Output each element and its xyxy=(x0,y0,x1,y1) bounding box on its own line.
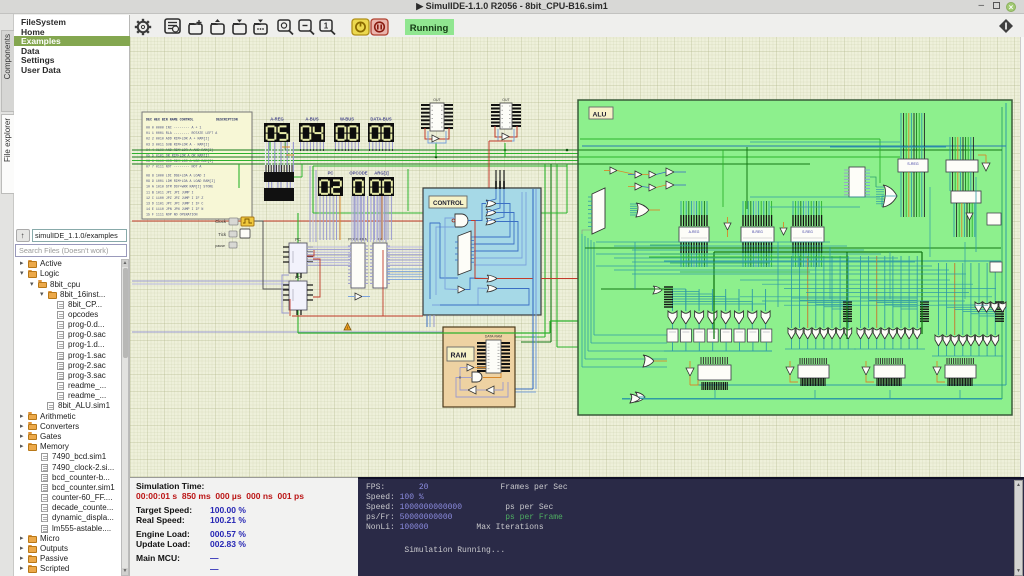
svg-text:13 D 1101 JPC JPC JUMP I I: 13 D 1101 JPC JPC JUMP I IF C xyxy=(146,202,203,206)
svg-text:Clock: Clock xyxy=(215,219,227,224)
svg-text:OUT: OUT xyxy=(433,98,441,102)
svg-text:DESCRIPTION: DESCRIPTION xyxy=(216,118,238,122)
svg-text:ARG[1]: ARG[1] xyxy=(374,171,389,176)
svg-text:S-REG: S-REG xyxy=(802,230,813,234)
svg-text:PC: PC xyxy=(295,275,301,280)
svg-text:A-REG: A-REG xyxy=(689,230,700,234)
svg-text:09 9 1001 LDM RIM+LDA A LOAD R: 09 9 1001 LDM RIM+LDA A LOAD RAM[I] xyxy=(146,179,215,183)
svg-text:RAM: RAM xyxy=(451,353,467,360)
svg-text:pause: pause xyxy=(215,244,225,248)
svg-text:OPCODE: OPCODE xyxy=(349,171,367,176)
svg-text:14 E 1110 JPN JPN JUMP I I: 14 E 1110 JPN JPN JUMP I IF N xyxy=(146,207,203,211)
svg-text:15 F 1111 NOP NO OPERA: 15 F 1111 NOP NO OPERATION xyxy=(146,213,197,217)
svg-text:CONTROL: CONTROL xyxy=(433,200,464,207)
svg-text:ALU: ALU xyxy=(593,112,607,119)
svg-text:PC: PC xyxy=(328,171,334,176)
svg-text:OUT: OUT xyxy=(502,98,510,102)
svg-text:11 B 1011 JPI JPI JUMP I: 11 B 1011 JPI JPI JUMP I xyxy=(146,190,194,194)
svg-text:10 A 1010 STM DSY+WRR RAM[I] S: 10 A 1010 STM DSY+WRR RAM[I] STORE xyxy=(146,185,213,189)
svg-text:Running: Running xyxy=(410,23,449,34)
svg-text:A-BUS: A-BUS xyxy=(305,117,318,122)
svg-text:DEC HEX BIN NAME CONTROL: DEC HEX BIN NAME CONTROL xyxy=(146,118,194,122)
svg-text:DATA-BUS: DATA-BUS xyxy=(370,117,391,122)
svg-text:1: 1 xyxy=(324,22,329,31)
svg-text:!: ! xyxy=(347,325,348,330)
svg-text:01 1 0001 RLA -------- ROTATE: 01 1 0001 RLA -------- ROTATE LEFT A xyxy=(146,131,217,135)
svg-text:00 0 0000 INC -------- A + 1: 00 0 0000 INC -------- A + 1 xyxy=(146,126,201,130)
svg-text:02 2 0010 ADD RIM+LDR A + RAM[: 02 2 0010 ADD RIM+LDR A + RAM[I] xyxy=(146,137,209,141)
svg-text:S-REG: S-REG xyxy=(907,162,919,166)
svg-text:08 8 1000 LDI DSE+LDA A LOAD I: 08 8 1000 LDI DSE+LDA A LOAD I xyxy=(146,174,205,178)
svg-text:12 C 1100 JPZ JPZ JUMP I I: 12 C 1100 JPZ JPZ JUMP I IF Z xyxy=(146,196,203,200)
svg-text:Tick: Tick xyxy=(218,232,227,237)
svg-text:06 6 0110 XOR RIM+LDR A XOR RA: 06 6 0110 XOR RIM+LDR A XOR RAM[I] xyxy=(146,159,213,163)
svg-text:W-BUS: W-BUS xyxy=(340,117,354,122)
svg-text:A-REG: A-REG xyxy=(270,117,284,122)
svg-text:PC: PC xyxy=(295,237,301,242)
svg-text:B-REG: B-REG xyxy=(752,230,763,234)
svg-text:07 7 0111 NOT -------- NOT A: 07 7 0111 NOT -------- NOT A xyxy=(146,165,201,169)
svg-text:DATA-RAM: DATA-RAM xyxy=(485,335,502,339)
svg-text:03 3 0011 SUB RIM+LDR A - RAM[: 03 3 0011 SUB RIM+LDR A - RAM[I] xyxy=(146,142,209,146)
